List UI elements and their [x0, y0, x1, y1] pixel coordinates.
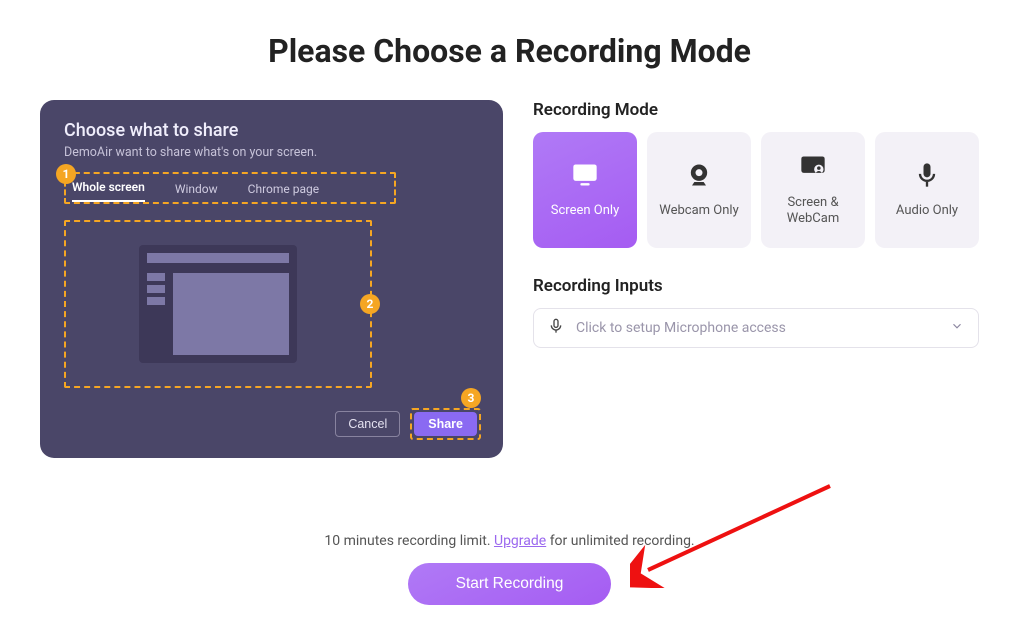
cancel-button[interactable]: Cancel: [335, 411, 400, 437]
webcam-icon: [685, 161, 713, 193]
limit-text: 10 minutes recording limit. Upgrade for …: [0, 533, 1019, 549]
screen-thumbnail: [139, 245, 297, 363]
limit-post: for unlimited recording.: [550, 533, 695, 549]
monitor-icon: [571, 161, 599, 193]
mode-label: Screen & WebCam: [767, 195, 859, 228]
tab-window[interactable]: Window: [175, 182, 218, 202]
start-recording-button[interactable]: Start Recording: [408, 563, 612, 605]
share-tabs-container: 1 Whole screen Window Chrome page: [64, 172, 396, 204]
chevron-down-icon: [950, 319, 964, 337]
screen-cam-icon: [799, 153, 827, 185]
share-panel: Choose what to share DemoAir want to sha…: [40, 100, 503, 458]
share-button-highlight: 3 Share: [410, 408, 481, 440]
share-preview[interactable]: 2: [64, 220, 372, 388]
mode-audio-only[interactable]: Audio Only: [875, 132, 979, 248]
tab-whole-screen[interactable]: Whole screen: [72, 180, 145, 202]
mode-screen-only[interactable]: Screen Only: [533, 132, 637, 248]
recording-mode-options: Screen Only Webcam Only Screen & WebCam: [533, 132, 979, 248]
share-subtitle: DemoAir want to share what's on your scr…: [64, 145, 479, 160]
mic-icon: [548, 318, 564, 338]
mode-label: Audio Only: [896, 203, 958, 219]
page-title: Please Choose a Recording Mode: [30, 32, 989, 70]
step-badge-1: 1: [56, 164, 76, 184]
tab-chrome-page[interactable]: Chrome page: [248, 182, 319, 202]
limit-pre: 10 minutes recording limit.: [324, 533, 494, 549]
mode-webcam-only[interactable]: Webcam Only: [647, 132, 751, 248]
recording-mode-label: Recording Mode: [533, 100, 979, 120]
step-badge-2: 2: [360, 294, 380, 314]
microphone-placeholder: Click to setup Microphone access: [576, 320, 786, 336]
mic-icon: [913, 161, 941, 193]
upgrade-link[interactable]: Upgrade: [494, 533, 546, 549]
mode-label: Webcam Only: [659, 203, 738, 219]
step-badge-3: 3: [461, 388, 481, 408]
mode-screen-webcam[interactable]: Screen & WebCam: [761, 132, 865, 248]
share-title: Choose what to share: [64, 120, 479, 141]
mode-label: Screen Only: [551, 203, 619, 219]
share-button[interactable]: Share: [414, 412, 477, 436]
recording-inputs-label: Recording Inputs: [533, 276, 979, 296]
microphone-select[interactable]: Click to setup Microphone access: [533, 308, 979, 348]
